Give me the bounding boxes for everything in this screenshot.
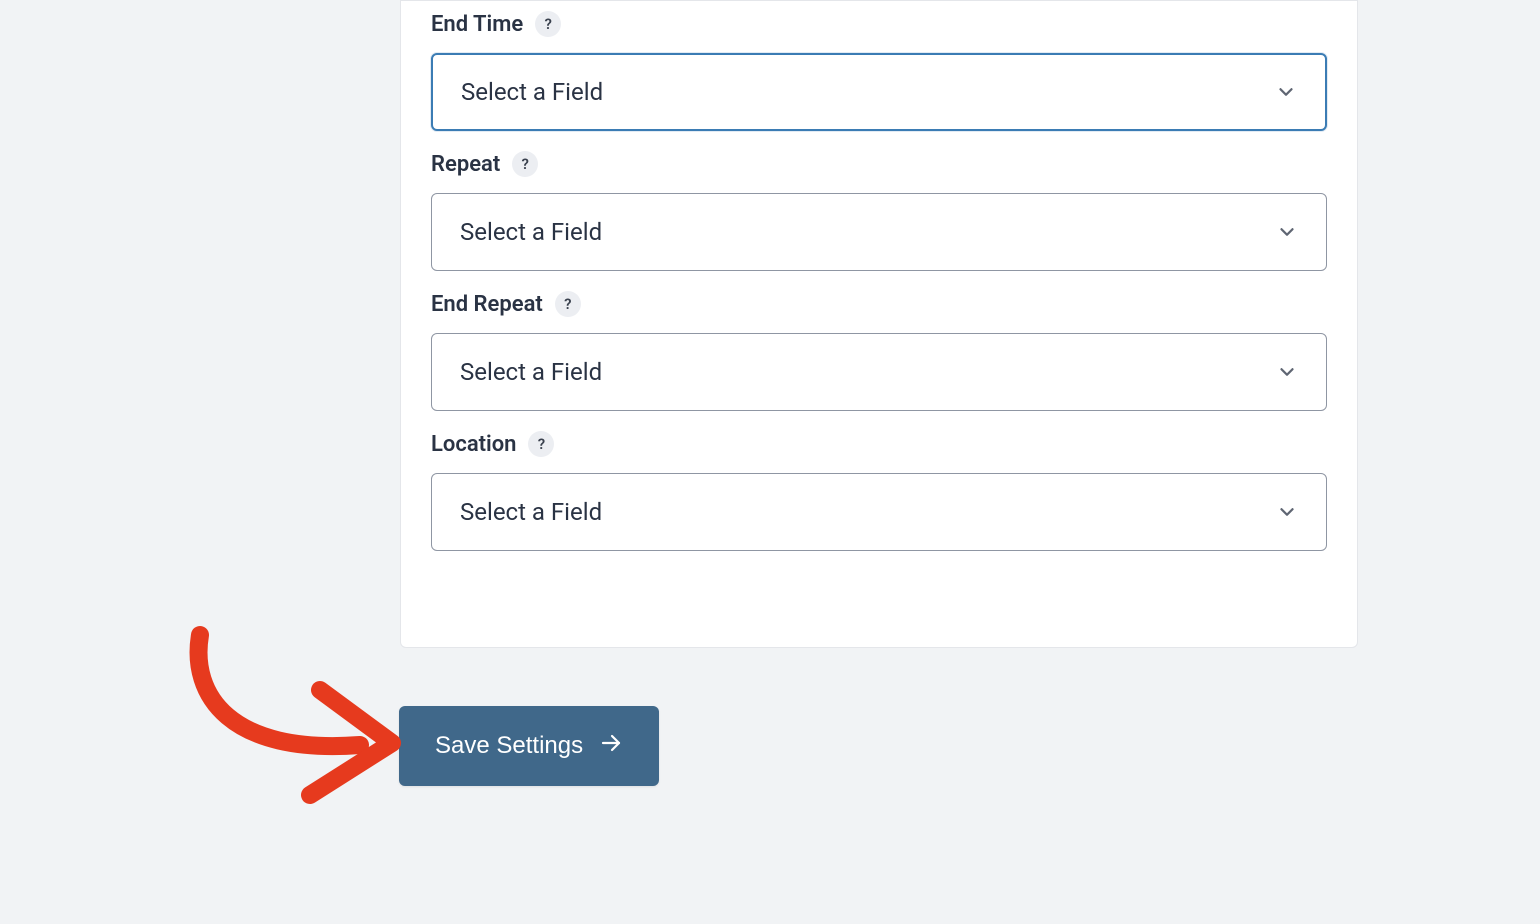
- help-icon[interactable]: ?: [555, 291, 581, 317]
- field-label-location: Location: [431, 432, 516, 457]
- field-label-end-repeat: End Repeat: [431, 292, 543, 317]
- select-end-time[interactable]: Select a Field: [431, 53, 1327, 131]
- arrow-right-icon: [599, 731, 623, 762]
- select-text: Select a Field: [461, 78, 1275, 106]
- chevron-down-icon: [1276, 221, 1298, 243]
- field-group-location: Location ? Select a Field: [431, 431, 1327, 551]
- chevron-down-icon: [1276, 361, 1298, 383]
- field-label-row: End Repeat ?: [431, 291, 1327, 317]
- field-group-repeat: Repeat ? Select a Field: [431, 151, 1327, 271]
- help-icon[interactable]: ?: [512, 151, 538, 177]
- field-label-row: End Time ?: [431, 11, 1327, 37]
- select-text: Select a Field: [460, 218, 1276, 246]
- field-label-repeat: Repeat: [431, 152, 500, 177]
- help-icon[interactable]: ?: [528, 431, 554, 457]
- field-label-end-time: End Time: [431, 12, 523, 37]
- chevron-down-icon: [1276, 501, 1298, 523]
- field-label-row: Repeat ?: [431, 151, 1327, 177]
- field-group-end-repeat: End Repeat ? Select a Field: [431, 291, 1327, 411]
- save-button-label: Save Settings: [435, 732, 583, 760]
- select-end-repeat[interactable]: Select a Field: [431, 333, 1327, 411]
- select-repeat[interactable]: Select a Field: [431, 193, 1327, 271]
- help-icon[interactable]: ?: [535, 11, 561, 37]
- form-panel: End Time ? Select a Field Repeat ? Selec…: [400, 0, 1358, 648]
- field-label-row: Location ?: [431, 431, 1327, 457]
- annotation-arrow-icon: [170, 625, 410, 829]
- save-settings-button[interactable]: Save Settings: [399, 706, 659, 786]
- select-location[interactable]: Select a Field: [431, 473, 1327, 551]
- chevron-down-icon: [1275, 81, 1297, 103]
- field-group-end-time: End Time ? Select a Field: [431, 11, 1327, 131]
- select-text: Select a Field: [460, 358, 1276, 386]
- select-text: Select a Field: [460, 498, 1276, 526]
